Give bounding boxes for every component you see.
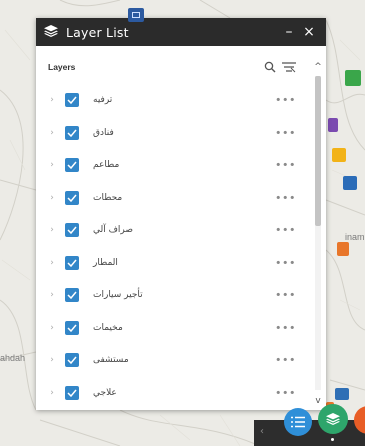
layer-row[interactable]: › فنادق ••• [36,117,310,150]
scrollbar-thumb[interactable] [315,76,321,226]
chevron-up-icon[interactable]: ^ [312,62,324,72]
chevron-right-icon[interactable]: › [46,128,58,138]
close-button[interactable]: × [300,24,318,40]
layer-row[interactable]: › صراف آلي ••• [36,214,310,247]
layer-name: مستشفى [93,355,129,366]
layer-visibility-checkbox[interactable] [65,353,79,368]
layer-list: › ترفيه ••• › فنادق ••• › مطاعم ••• › مح… [36,84,310,409]
layers-heading: Layers [48,62,76,72]
more-options-icon[interactable]: ••• [275,386,296,399]
layer-list-panel: Layer List – × Layers › ترفيه ••• › فناد… [36,8,326,410]
layers-icon [326,410,340,429]
layer-name: صراف آلي [93,225,134,236]
widget-icon[interactable] [128,8,144,22]
layer-visibility-checkbox[interactable] [65,320,79,335]
chevron-right-icon[interactable]: › [46,290,58,300]
minimize-button[interactable]: – [280,24,298,40]
layer-name: مطاعم [93,160,120,171]
layer-name: تأجير سيارات [93,290,143,301]
layer-visibility-checkbox[interactable] [65,93,79,108]
layer-row[interactable]: › تأجير سيارات ••• [36,279,310,312]
layer-name: المطار [93,257,118,268]
list-icon [291,413,305,432]
layers-icon [44,24,58,40]
more-options-icon[interactable]: ••• [275,94,296,107]
poi-marker-green[interactable] [345,70,361,86]
more-options-icon[interactable]: ••• [275,354,296,367]
chevron-right-icon[interactable]: › [46,193,58,203]
layer-visibility-checkbox[interactable] [65,223,79,238]
poi-marker-blue[interactable] [335,388,349,400]
poi-marker-orange[interactable] [337,242,349,256]
scrollbar-track[interactable] [315,76,321,390]
layer-name: ترفيه [93,95,113,106]
poi-marker-yellow[interactable] [332,148,346,162]
layer-name: مخيمات [93,322,123,333]
more-options-icon[interactable]: ••• [275,289,296,302]
more-options-icon[interactable]: ••• [275,126,296,139]
panel-titlebar: Layer List – × [36,18,326,46]
chevron-right-icon[interactable]: › [46,258,58,268]
map-place-label: inam [345,232,365,242]
chevron-left-icon[interactable]: ‹ [260,426,264,437]
layer-visibility-checkbox[interactable] [65,288,79,303]
poi-marker-purple[interactable] [328,118,338,132]
layer-row[interactable]: › محطات ••• [36,182,310,215]
chevron-right-icon[interactable]: › [46,388,58,398]
more-options-icon[interactable]: ••• [275,224,296,237]
more-options-icon[interactable]: ••• [275,159,296,172]
chevron-right-icon[interactable]: › [46,160,58,170]
search-icon[interactable] [264,58,276,77]
layers-header: Layers [36,54,310,80]
layer-list-button[interactable] [318,404,348,434]
chevron-right-icon[interactable]: › [46,323,58,333]
active-indicator-dot [331,438,334,441]
layer-visibility-checkbox[interactable] [65,158,79,173]
panel-title: Layer List [66,24,129,40]
chevron-right-icon[interactable]: › [46,355,58,365]
vertical-scrollbar[interactable]: ^ v [312,62,324,406]
chevron-right-icon[interactable]: › [46,225,58,235]
layer-name: محطات [93,192,123,203]
layer-visibility-checkbox[interactable] [65,125,79,140]
layer-row[interactable]: › ترفيه ••• [36,84,310,117]
layer-visibility-checkbox[interactable] [65,385,79,400]
layer-row[interactable]: › مخيمات ••• [36,312,310,345]
more-options-icon[interactable]: ••• [275,191,296,204]
layer-row[interactable]: › مستشفى ••• [36,344,310,377]
layer-name: علاجي [93,387,117,398]
more-options-icon[interactable]: ••• [275,321,296,334]
layer-row[interactable]: › علاجي ••• [36,377,310,410]
layer-visibility-checkbox[interactable] [65,190,79,205]
layer-row[interactable]: › مطاعم ••• [36,149,310,182]
chevron-right-icon[interactable]: › [46,95,58,105]
chevron-down-icon[interactable]: v [312,396,324,406]
more-options-icon[interactable]: ••• [275,256,296,269]
list-button[interactable] [284,408,312,436]
filter-icon[interactable] [282,58,296,77]
layer-visibility-checkbox[interactable] [65,255,79,270]
poi-marker-blue[interactable] [343,176,357,190]
layer-row[interactable]: › المطار ••• [36,247,310,280]
layer-name: فنادق [93,127,114,138]
map-place-label: ahdah [0,353,26,363]
